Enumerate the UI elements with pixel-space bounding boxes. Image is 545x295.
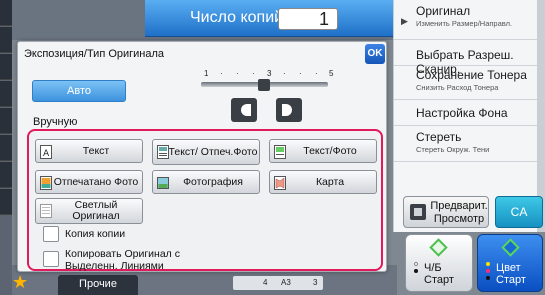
type-map-button[interactable]: Карта xyxy=(269,170,377,194)
other-button[interactable]: Прочие xyxy=(58,275,138,295)
map-icon xyxy=(274,176,286,190)
start-icon xyxy=(429,238,448,257)
text-icon: A xyxy=(40,145,52,159)
left-tab[interactable] xyxy=(0,162,12,188)
photograph-icon xyxy=(157,177,169,189)
menu-item-title: Настройка Фона xyxy=(416,106,508,120)
left-tab[interactable] xyxy=(0,81,12,107)
preview-label: Предварит. Просмотр xyxy=(430,200,488,225)
menu-item-title: Сохранение Тонера xyxy=(416,68,527,82)
type-light-original-button[interactable]: Светлый Оригинал xyxy=(35,198,143,224)
bw-start-label: Ч/Б Старт xyxy=(424,262,454,286)
checkbox-label: Копировать Оригинал с Выделенн. Линиями xyxy=(65,248,180,272)
left-tab[interactable] xyxy=(0,135,12,161)
printed-photo-icon xyxy=(40,176,52,190)
menu-item-background-adjust[interactable]: Настройка Фона xyxy=(394,100,545,126)
left-tab[interactable] xyxy=(0,27,12,53)
type-label: Текст/Фото xyxy=(303,144,357,157)
color-dots-icon xyxy=(414,262,422,276)
menu-item-title: Стереть xyxy=(416,130,462,144)
color-dots-icon xyxy=(486,262,494,283)
type-label: Текст xyxy=(82,144,110,157)
svg-text:A: A xyxy=(43,149,50,159)
left-tab-strip xyxy=(0,0,12,295)
start-icon xyxy=(501,238,520,257)
type-text-photo-button[interactable]: Текст/Фото xyxy=(269,139,377,163)
left-tab[interactable] xyxy=(0,189,12,215)
bw-start-button[interactable]: Ч/Б Старт xyxy=(405,234,473,292)
exposure-slider-handle[interactable] xyxy=(258,79,270,91)
original-type-group: A Текст Текст/ Отпеч.Фото Текст/Фото Отп… xyxy=(27,129,383,272)
checkbox[interactable] xyxy=(43,251,59,267)
menu-item-scan-resolution[interactable]: Выбрать Разреш. Сканир. xyxy=(394,44,545,76)
exposure-lighter-icon[interactable] xyxy=(231,98,257,122)
menu-item-toner-save[interactable]: Сохранение Тонера Снизить Расход Тонера xyxy=(394,66,545,100)
text-photo-icon xyxy=(274,145,286,159)
checkbox[interactable] xyxy=(43,226,59,242)
color-start-label: Цвет Старт xyxy=(496,262,526,286)
copies-input[interactable]: 1 xyxy=(278,8,338,30)
type-label: Карта xyxy=(315,175,345,188)
paper-size: A3 xyxy=(281,278,291,287)
copies-label: Число копий xyxy=(190,9,284,26)
preview-button[interactable]: Предварит. Просмотр xyxy=(403,196,489,228)
paper-tray-right: 3 xyxy=(313,278,318,287)
dialog-title: Экспозиция/Тип Оригинала xyxy=(24,48,165,60)
type-label: Отпечатано Фото xyxy=(53,175,139,188)
type-photograph-button[interactable]: Фотография xyxy=(152,170,260,194)
copies-bar: Число копий 1 xyxy=(145,0,393,37)
type-text-button[interactable]: A Текст xyxy=(35,139,143,163)
menu-item-erase[interactable]: Стереть Стереть Окруж. Тени xyxy=(394,126,545,162)
type-printed-photo-button[interactable]: Отпечатано Фото xyxy=(35,170,143,194)
checkbox-label: Копия копии xyxy=(65,228,126,240)
type-label: Текст/ Отпеч.Фото xyxy=(168,145,258,158)
paper-tray-left: 4 xyxy=(263,278,268,287)
left-tab[interactable] xyxy=(0,54,12,80)
exposure-darker-icon[interactable] xyxy=(276,98,302,122)
text-printed-photo-icon xyxy=(157,145,169,159)
paper-indicator: 4 A3 3 xyxy=(233,276,323,290)
left-tab[interactable] xyxy=(0,108,12,134)
preview-icon xyxy=(410,204,426,220)
menu-item-subtitle: Снизить Расход Тонера xyxy=(416,83,499,92)
light-original-icon xyxy=(40,204,52,218)
type-label: Фотография xyxy=(183,175,243,188)
expand-arrow-icon: ▶ xyxy=(401,16,408,26)
ok-button[interactable]: OK xyxy=(365,44,385,64)
menu-item-title: Оригинал xyxy=(416,4,471,18)
auto-button[interactable]: Авто xyxy=(32,80,126,102)
color-start-button[interactable]: Цвет Старт xyxy=(477,234,543,292)
type-text-printed-photo-button[interactable]: Текст/ Отпеч.Фото xyxy=(152,139,260,165)
left-tab[interactable] xyxy=(0,0,12,26)
menu-item-subtitle: Изменить Размер/Направл. xyxy=(416,19,513,28)
menu-item-original[interactable]: ▶ Оригинал Изменить Размер/Направл. xyxy=(394,4,545,40)
clear-all-button[interactable]: CA xyxy=(495,196,543,228)
manual-label: Вручную xyxy=(33,116,78,128)
menu-item-subtitle: Стереть Окруж. Тени xyxy=(416,145,490,154)
exposure-dialog: Экспозиция/Тип Оригинала OK 1 · · · 3 · … xyxy=(17,41,387,272)
favorite-star-icon[interactable]: ★ xyxy=(12,272,34,294)
